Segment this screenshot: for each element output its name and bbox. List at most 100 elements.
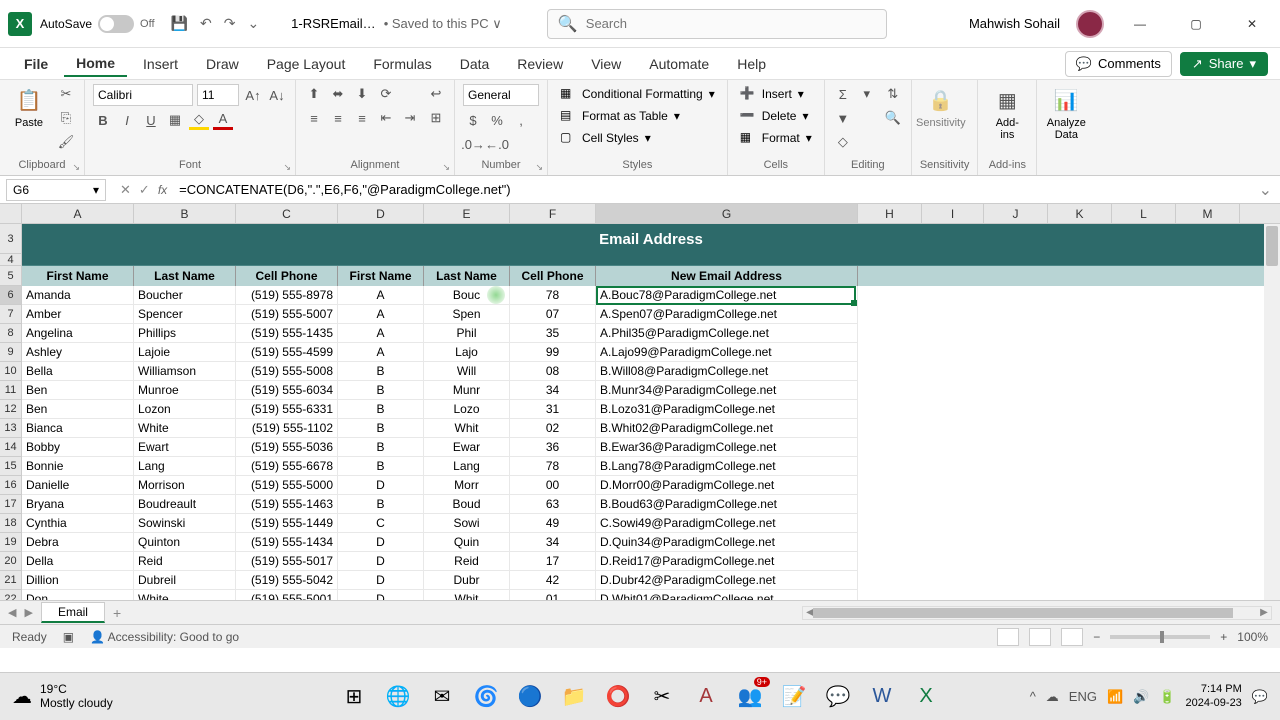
save-status[interactable]: • Saved to this PC ∨ [384, 16, 502, 32]
cell[interactable]: B [338, 495, 424, 514]
currency-icon[interactable]: $ [463, 110, 483, 130]
row-header-12[interactable]: 12 [0, 400, 22, 419]
row-header-4[interactable]: 4 [0, 254, 22, 266]
cell[interactable]: B [338, 438, 424, 457]
decrease-font-icon[interactable]: A↓ [267, 85, 287, 105]
start-icon[interactable]: ⊞ [334, 677, 374, 717]
cell[interactable]: (519) 555-6678 [236, 457, 338, 476]
page-layout-view-icon[interactable] [1029, 628, 1051, 646]
cell[interactable]: 78 [510, 457, 596, 476]
cell[interactable]: B.Ewar36@ParadigmCollege.net [596, 438, 858, 457]
dialog-launcher-icon[interactable]: ↘ [535, 162, 543, 173]
cell-styles-button[interactable]: ▢Cell Styles▾ [556, 128, 719, 148]
cell[interactable]: B.Lozo31@ParadigmCollege.net [596, 400, 858, 419]
column-header-E[interactable]: E [424, 204, 510, 223]
cell[interactable]: (519) 555-6331 [236, 400, 338, 419]
align-center-icon[interactable]: ≡ [328, 108, 348, 128]
copy-icon[interactable]: ⎘ [56, 108, 76, 128]
row-header-20[interactable]: 20 [0, 552, 22, 571]
zoom-slider[interactable] [1110, 635, 1210, 639]
horizontal-scrollbar[interactable]: ◀ ▶ [802, 606, 1272, 620]
undo-icon[interactable]: ↶ [200, 15, 212, 32]
column-header-H[interactable]: H [858, 204, 922, 223]
cell[interactable]: Boudreault [134, 495, 236, 514]
column-header-M[interactable]: M [1176, 204, 1240, 223]
zoom-out-icon[interactable]: − [1093, 630, 1100, 644]
cell[interactable]: B.Munr34@ParadigmCollege.net [596, 381, 858, 400]
table-header[interactable]: First Name [22, 266, 134, 286]
column-header-J[interactable]: J [984, 204, 1048, 223]
cell[interactable]: Phil [424, 324, 510, 343]
cell[interactable]: Phillips [134, 324, 236, 343]
cell[interactable]: Spen [424, 305, 510, 324]
column-header-C[interactable]: C [236, 204, 338, 223]
system-clock[interactable]: 7:14 PM 2024-09-23 [1186, 683, 1242, 709]
cell[interactable]: Reid [424, 552, 510, 571]
snip-icon[interactable]: ✂ [642, 677, 682, 717]
table-row[interactable]: AmberSpencer(519) 555-5007ASpen07A.Spen0… [22, 305, 1280, 324]
cell[interactable]: A.Phil35@ParadigmCollege.net [596, 324, 858, 343]
cell[interactable]: A [338, 324, 424, 343]
cell[interactable]: Munroe [134, 381, 236, 400]
cell[interactable]: (519) 555-1449 [236, 514, 338, 533]
align-right-icon[interactable]: ≡ [352, 108, 372, 128]
cell[interactable]: Bianca [22, 419, 134, 438]
cell[interactable]: (519) 555-1435 [236, 324, 338, 343]
cell[interactable]: Will [424, 362, 510, 381]
cell[interactable]: Debra [22, 533, 134, 552]
row-header-17[interactable]: 17 [0, 495, 22, 514]
paste-button[interactable]: 📋 Paste [8, 84, 50, 133]
cell[interactable]: (519) 555-1434 [236, 533, 338, 552]
tray-chevron-icon[interactable]: ^ [1030, 689, 1036, 704]
row-header-19[interactable]: 19 [0, 533, 22, 552]
wrap-text-icon[interactable]: ↩ [426, 84, 446, 104]
table-header[interactable]: New Email Address [596, 266, 858, 286]
normal-view-icon[interactable] [997, 628, 1019, 646]
cell[interactable]: B [338, 381, 424, 400]
row-header-5[interactable]: 5 [0, 266, 22, 286]
cell[interactable]: Bryana [22, 495, 134, 514]
scrollbar-thumb[interactable] [1266, 226, 1278, 266]
user-name[interactable]: Mahwish Sohail [969, 16, 1060, 31]
row-header-16[interactable]: 16 [0, 476, 22, 495]
cell[interactable]: Lang [424, 457, 510, 476]
row-header-14[interactable]: 14 [0, 438, 22, 457]
orientation-icon[interactable]: ⟳ [376, 84, 396, 104]
cell[interactable]: Ashley [22, 343, 134, 362]
wifi-icon[interactable]: 📶 [1107, 689, 1123, 705]
sheet-nav-prev-icon[interactable]: ◀ [8, 606, 16, 619]
cell[interactable]: Bella [22, 362, 134, 381]
row-header-10[interactable]: 10 [0, 362, 22, 381]
tab-review[interactable]: Review [505, 52, 575, 76]
cell[interactable]: Whit [424, 590, 510, 600]
clear-icon[interactable]: ◇ [833, 132, 853, 152]
spreadsheet-grid[interactable]: ABCDEFGHIJKLM 34567891011121314151617181… [0, 204, 1280, 600]
cell[interactable]: Dillion [22, 571, 134, 590]
table-row[interactable]: CynthiaSowinski(519) 555-1449CSowi49C.So… [22, 514, 1280, 533]
row-header-11[interactable]: 11 [0, 381, 22, 400]
zoom-in-icon[interactable]: + [1220, 630, 1227, 644]
table-row[interactable]: DellaReid(519) 555-5017DReid17D.Reid17@P… [22, 552, 1280, 571]
notifications-icon[interactable]: 💬 [1252, 689, 1268, 705]
search-box[interactable]: 🔍 [547, 9, 887, 39]
row-header-18[interactable]: 18 [0, 514, 22, 533]
cell[interactable]: (519) 555-1463 [236, 495, 338, 514]
cell[interactable]: Dubreil [134, 571, 236, 590]
increase-indent-icon[interactable]: ⇥ [400, 108, 420, 128]
scrollbar-thumb[interactable] [813, 608, 1233, 618]
edge-icon[interactable]: 🌀 [466, 677, 506, 717]
cell[interactable]: B.Lang78@ParadigmCollege.net [596, 457, 858, 476]
column-header-D[interactable]: D [338, 204, 424, 223]
sheet-tab-email[interactable]: Email [41, 602, 105, 623]
decrease-decimal-icon[interactable]: ←.0 [487, 134, 507, 154]
cell[interactable]: C [338, 514, 424, 533]
cell[interactable]: Williamson [134, 362, 236, 381]
underline-icon[interactable]: U [141, 110, 161, 130]
row-header-6[interactable]: 6 [0, 286, 22, 305]
expand-formula-bar-icon[interactable]: ⌄ [1251, 180, 1280, 200]
autosum-icon[interactable]: Σ [833, 84, 853, 104]
fx-icon[interactable]: fx [158, 183, 167, 197]
cell[interactable]: D.Morr00@ParadigmCollege.net [596, 476, 858, 495]
align-middle-icon[interactable]: ⬌ [328, 84, 348, 104]
cell[interactable]: (519) 555-5036 [236, 438, 338, 457]
